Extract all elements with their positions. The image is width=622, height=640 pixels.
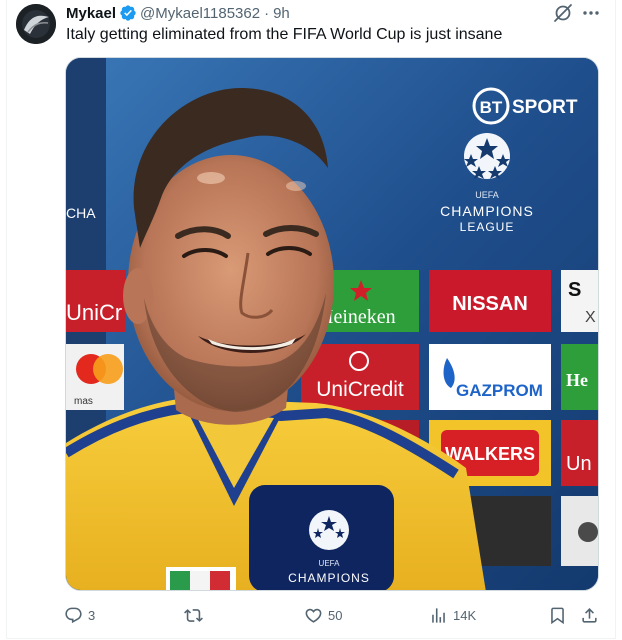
tweet-timestamp[interactable]: 9h: [273, 5, 290, 22]
mic-uefa-label: UEFA: [319, 559, 341, 568]
tweet-header: Mykael @Mykael1185362 · 9h: [66, 3, 290, 23]
like-button[interactable]: 50: [304, 600, 342, 630]
views-button[interactable]: 14K: [429, 600, 476, 630]
sponsor-mastercard: mas: [74, 396, 93, 407]
sponsor-sony-x: X: [585, 309, 596, 326]
share-button[interactable]: [580, 600, 599, 630]
mic-champions-label: CHAMPIONS: [288, 571, 370, 585]
avatar[interactable]: [16, 4, 56, 44]
uefa-label: UEFA: [475, 190, 499, 200]
bookmark-icon: [551, 607, 564, 624]
heart-icon: [305, 608, 322, 623]
sponsor-he: He: [566, 370, 588, 390]
retweet-icon: [184, 608, 203, 622]
microphone: UEFA CHAMPIONS: [249, 485, 394, 590]
sponsor-unicr: UniCr: [66, 300, 122, 325]
sponsor-sony: S: [568, 279, 581, 301]
views-chart-icon: [432, 607, 445, 623]
reply-icon: [65, 607, 82, 623]
grok-icon[interactable]: [552, 2, 574, 24]
verified-badge-icon: [120, 5, 136, 21]
sponsor-gazprom: GAZPROM: [456, 381, 543, 400]
tweet-actions: 3 50 14K: [60, 600, 610, 630]
retweet-button[interactable]: [184, 600, 203, 630]
sponsor-un: Un: [566, 453, 592, 475]
reply-button[interactable]: 3: [64, 600, 95, 630]
left-edge-text: CHA: [66, 205, 96, 221]
league-label: LEAGUE: [460, 220, 515, 234]
tweet-text: Italy getting eliminated from the FIFA W…: [66, 26, 503, 43]
reply-count: 3: [88, 607, 96, 623]
separator-dot: ·: [264, 4, 270, 22]
author-name[interactable]: Mykael: [66, 5, 116, 22]
author-handle[interactable]: @Mykael1185362: [140, 5, 260, 22]
champions-label: CHAMPIONS: [440, 203, 534, 219]
tweet-media-image[interactable]: BT SPORT UEFA CHAMPIONS LEAGUE CHA UniCr…: [65, 57, 599, 591]
champions-league-starball-icon: [464, 133, 510, 179]
sponsor-unicredit: UniCredit: [316, 378, 404, 401]
share-icon: [582, 607, 597, 623]
more-options-icon[interactable]: [580, 2, 602, 24]
bookmark-button[interactable]: [548, 600, 567, 630]
sport-text: SPORT: [512, 97, 578, 118]
sponsor-walkers: WALKERS: [445, 444, 535, 464]
sponsor-nissan: NISSAN: [452, 293, 528, 315]
bt-text: BT: [480, 98, 503, 117]
views-count: 14K: [453, 607, 477, 623]
like-count: 50: [328, 607, 343, 623]
